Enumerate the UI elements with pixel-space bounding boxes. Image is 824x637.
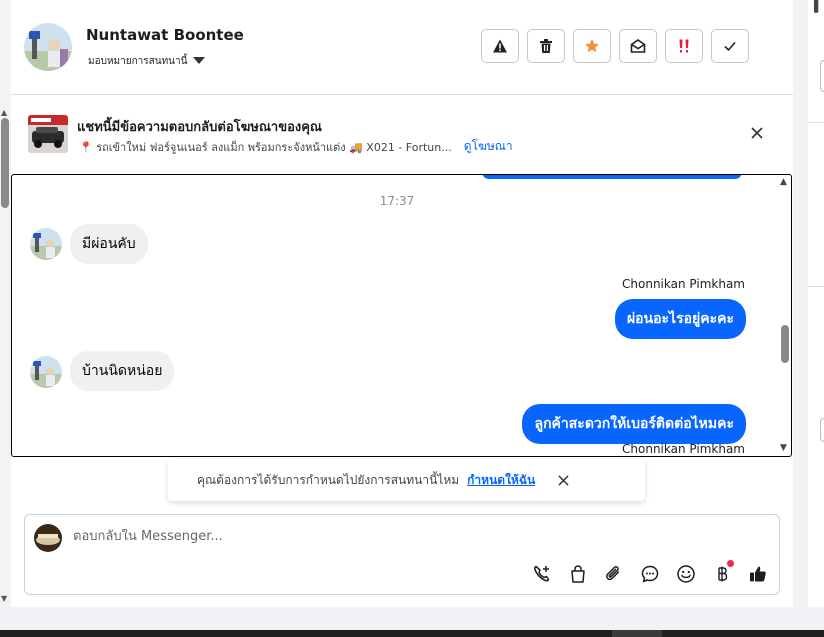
baht-icon bbox=[718, 566, 728, 582]
assign-to-me-link[interactable]: กำหนดให้ฉัน bbox=[467, 471, 535, 490]
like-button[interactable] bbox=[746, 562, 770, 586]
contact-message-avatar[interactable] bbox=[30, 228, 62, 260]
emoji-icon bbox=[677, 565, 695, 583]
chat-bubble-icon bbox=[641, 565, 659, 583]
message-input[interactable] bbox=[73, 529, 513, 544]
report-button[interactable] bbox=[481, 29, 519, 63]
assign-dropdown[interactable]: มอบหมายการสนทนานี้ bbox=[88, 54, 206, 69]
paperclip-icon bbox=[606, 566, 620, 581]
message-sender-name: Chonnikan Pimkham bbox=[622, 442, 745, 456]
thumbs-up-icon bbox=[750, 566, 766, 582]
check-icon bbox=[724, 41, 736, 52]
ad-reply-banner: แชทนี้มีข้อความตอบกลับต่อโฆษณาของคุณ 📍 ร… bbox=[11, 95, 793, 173]
close-toast-button[interactable] bbox=[555, 472, 571, 488]
mark-unread-icon bbox=[630, 39, 646, 53]
close-icon bbox=[751, 127, 763, 139]
star-icon bbox=[585, 39, 599, 53]
panel-gap bbox=[793, 0, 808, 607]
ad-banner-title: แชทนี้มีข้อความตอบกลับต่อโฆษณาของคุณ bbox=[77, 120, 322, 135]
incoming-message-bubble[interactable]: บ้านนิดหน่อย bbox=[70, 351, 175, 391]
page-avatar bbox=[34, 524, 62, 552]
emoji-button[interactable] bbox=[674, 562, 698, 586]
contact-details-panel: ▌ bbox=[808, 0, 824, 607]
warning-icon bbox=[493, 39, 507, 53]
assign-label: มอบหมายการสนทนานี้ bbox=[88, 56, 188, 67]
priority-button[interactable] bbox=[665, 29, 703, 63]
ad-thumbnail[interactable] bbox=[28, 115, 68, 153]
ad-banner-subtitle: 📍 รถเข้าใหม่ ฟอร์จูนเนอร์ ลงแม็ก พร้อมกร… bbox=[79, 140, 452, 154]
panel-edge-field[interactable] bbox=[820, 60, 824, 92]
star-button[interactable] bbox=[573, 29, 611, 63]
outgoing-message-bubble[interactable]: ผ่อนอะไรอยู่คะคะ bbox=[614, 299, 746, 339]
call-button[interactable] bbox=[530, 562, 554, 586]
contact-avatar[interactable] bbox=[24, 23, 72, 71]
os-taskbar bbox=[0, 630, 824, 637]
priority-icon bbox=[679, 39, 689, 53]
attach-button[interactable] bbox=[602, 562, 626, 586]
assign-prompt-toast: คุณต้องการได้รับการกำหนดไปยังการสนทนานี้… bbox=[168, 459, 645, 501]
notification-dot bbox=[727, 560, 734, 567]
panel-edge-field[interactable] bbox=[820, 418, 824, 442]
phone-add-icon bbox=[534, 565, 550, 582]
close-banner-button[interactable] bbox=[747, 123, 767, 143]
panel-divider bbox=[808, 286, 824, 287]
mark-done-button[interactable] bbox=[711, 29, 749, 63]
scroll-up-arrow-icon[interactable]: ▲ bbox=[780, 177, 787, 187]
conversation-panel: Nuntawat Boontee มอบหมายการสนทนานี้ แชทน… bbox=[11, 0, 793, 607]
taskbar-item[interactable] bbox=[612, 630, 662, 637]
trash-icon bbox=[540, 39, 552, 53]
scroll-down-arrow-icon[interactable]: ▼ bbox=[1, 594, 7, 603]
bag-icon bbox=[571, 565, 585, 583]
close-icon bbox=[558, 474, 569, 486]
view-ad-link[interactable]: ดูโฆษณา bbox=[464, 137, 513, 156]
page-scrollbar-thumb[interactable] bbox=[1, 118, 9, 208]
assign-prompt-text: คุณต้องการได้รับการกำหนดไปยังการสนทนานี้… bbox=[197, 472, 460, 487]
contact-message-avatar[interactable] bbox=[30, 356, 62, 388]
panel-divider bbox=[808, 122, 824, 123]
contact-name[interactable]: Nuntawat Boontee bbox=[86, 26, 244, 44]
caret-down-icon bbox=[193, 57, 206, 64]
shop-button[interactable] bbox=[566, 562, 590, 586]
panel-edge-glyph: ▌ bbox=[814, 0, 823, 13]
message-timestamp: 17:37 bbox=[379, 194, 415, 208]
conversation-header: Nuntawat Boontee มอบหมายการสนทนานี้ bbox=[11, 0, 793, 95]
thread-scrollbar[interactable]: ▲ ▼ bbox=[778, 175, 791, 456]
delete-button[interactable] bbox=[527, 29, 565, 63]
page-scrollbar[interactable]: ▲ ▼ bbox=[0, 0, 11, 607]
thread-scrollbar-thumb[interactable] bbox=[781, 325, 789, 363]
ad-banner-subtitle-row: 📍 รถเข้าใหม่ ฟอร์จูนเนอร์ ลงแม็ก พร้อมกร… bbox=[79, 137, 513, 156]
composer-toolbar bbox=[530, 560, 770, 586]
outgoing-message-bubble[interactable]: ลูกค้าสะดวกให้เบอร์ติดต่อไหมคะ bbox=[522, 404, 746, 444]
saved-replies-button[interactable] bbox=[638, 562, 662, 586]
message-composer bbox=[24, 514, 780, 595]
payment-button[interactable] bbox=[710, 560, 734, 586]
scroll-down-arrow-icon[interactable]: ▼ bbox=[780, 443, 787, 453]
incoming-message-bubble[interactable]: มีผ่อนคับ bbox=[70, 224, 148, 264]
conversation-actions bbox=[481, 29, 749, 63]
previous-message-bubble bbox=[482, 175, 742, 179]
mark-unread-button[interactable] bbox=[619, 29, 657, 63]
message-thread[interactable]: 17:37 มีผ่อนคับ Chonnikan Pimkham ผ่อนอะ… bbox=[11, 174, 792, 457]
message-sender-name: Chonnikan Pimkham bbox=[622, 277, 745, 291]
scroll-up-arrow-icon[interactable]: ▲ bbox=[1, 108, 7, 117]
